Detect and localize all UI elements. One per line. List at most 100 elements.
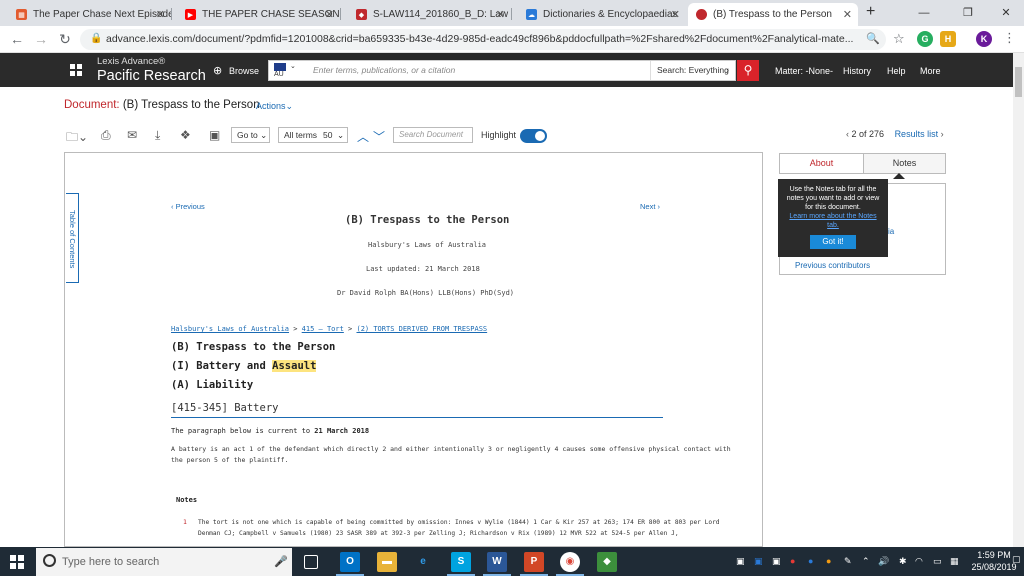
tab-about[interactable]: About <box>780 154 864 173</box>
next-result-icon[interactable]: › <box>941 129 944 139</box>
app-icon[interactable]: ◆ <box>597 552 617 572</box>
copy-icon[interactable]: ▣ <box>209 128 220 142</box>
browser-tab-strip: ▦ The Paper Chase Next Episode ✕ ▶ THE P… <box>0 0 1024 26</box>
goto-dropdown[interactable]: Go to ⌄ <box>231 127 270 143</box>
forward-icon[interactable]: → <box>32 30 50 48</box>
page-scrollbar[interactable] <box>1013 53 1024 547</box>
edge-icon[interactable]: e <box>413 552 433 572</box>
browser-tab[interactable]: ☁ Dictionaries & Encyclopaedias ✕ <box>518 3 686 26</box>
skype-icon[interactable]: S <box>451 552 471 572</box>
results-list-link[interactable]: Results list <box>895 129 939 139</box>
dropbox-icon[interactable]: ❖ <box>180 128 191 142</box>
close-window-icon[interactable]: ✕ <box>986 3 1024 23</box>
browser-tab[interactable]: ◆ S-LAW114_201860_B_D: Law o ✕ <box>348 3 511 26</box>
tab-notes[interactable]: Notes <box>864 154 945 173</box>
battery-icon[interactable]: ▭ <box>933 556 942 567</box>
tray-app-icon[interactable]: ● <box>808 556 813 566</box>
tray-app-icon[interactable]: ✎ <box>844 556 852 567</box>
close-tab-icon[interactable]: ✕ <box>496 8 505 21</box>
more-link[interactable]: More <box>920 66 941 76</box>
tray-app-icon[interactable]: ▣ <box>736 556 745 567</box>
powerpoint-icon[interactable]: P <box>524 552 544 572</box>
search-box: ⌄ AU Enter terms, publications, or a cit… <box>268 60 736 81</box>
grammarly-icon[interactable]: G <box>917 31 933 47</box>
previous-contributors-link[interactable]: Previous contributors <box>795 261 870 270</box>
country-dropdown-icon[interactable]: ⌄ <box>290 62 296 70</box>
browser-tab[interactable]: ▦ The Paper Chase Next Episode ✕ <box>8 3 171 26</box>
reload-icon[interactable]: ↻ <box>56 30 74 48</box>
tooltip-link[interactable]: Learn more about the Notes tab. <box>784 212 882 230</box>
print-icon[interactable]: ⎙ <box>101 128 111 143</box>
terms-dropdown[interactable]: All terms 50 ⌄ <box>278 127 348 143</box>
australia-flag-icon <box>274 63 286 71</box>
got-it-button[interactable]: Got it! <box>810 235 856 249</box>
tray-app-icon[interactable]: ● <box>790 556 795 566</box>
previous-term-icon[interactable]: ︿ <box>357 128 369 145</box>
folder-icon[interactable]: 🗀⌄ <box>66 128 88 149</box>
next-link[interactable]: Next › <box>640 202 660 211</box>
language-icon[interactable]: ▦ <box>950 556 959 567</box>
tray-app-icon[interactable]: ● <box>826 556 831 566</box>
breadcrumb-item[interactable]: Halsbury's Laws of Australia <box>171 325 289 333</box>
tray-app-icon[interactable]: ▣ <box>772 556 781 567</box>
youtube-icon: ▶ <box>185 9 196 20</box>
bookmark-star-icon[interactable]: ☆ <box>893 31 905 47</box>
windows-start-icon[interactable] <box>10 555 24 569</box>
side-panel-link[interactable]: ia <box>888 227 894 236</box>
close-tab-icon[interactable]: ✕ <box>325 8 334 21</box>
tab-label: Dictionaries & Encyclopaedias <box>543 9 678 20</box>
restore-icon[interactable]: ❐ <box>948 3 988 23</box>
word-icon[interactable]: W <box>487 552 507 572</box>
email-icon[interactable]: ✉ <box>127 128 137 142</box>
taskbar-search[interactable]: Type here to search 🎤 <box>36 548 292 576</box>
search-type-dropdown[interactable]: Search: Everything › <box>650 61 737 80</box>
browser-tab-active[interactable]: (B) Trespass to the Person ✕ <box>688 3 858 26</box>
browse-link[interactable]: Browse <box>229 66 259 76</box>
task-view-icon[interactable] <box>304 555 318 569</box>
tab-label: (B) Trespass to the Person <box>713 9 832 20</box>
new-tab-button[interactable]: + <box>866 3 875 21</box>
search-button[interactable]: ⚲ <box>737 60 759 81</box>
apps-grid-icon[interactable] <box>70 64 82 76</box>
menu-kebab-icon[interactable]: ⋮ <box>1003 30 1016 46</box>
avatar[interactable]: K <box>976 31 992 47</box>
previous-link[interactable]: ‹ Previous <box>171 202 205 211</box>
highlight-toggle[interactable] <box>520 129 547 143</box>
close-tab-icon[interactable]: ✕ <box>156 8 165 21</box>
bluetooth-icon[interactable]: ✱ <box>899 556 907 567</box>
download-icon[interactable]: ⤓ <box>155 128 160 143</box>
volume-icon[interactable]: 🔊 <box>878 556 889 567</box>
close-tab-icon[interactable]: ✕ <box>843 8 852 21</box>
note-number: 1 <box>183 518 187 526</box>
zoom-icon[interactable]: 🔍 <box>866 32 880 45</box>
chrome-icon[interactable]: ◉ <box>560 552 580 572</box>
breadcrumb: Halsbury's Laws of Australia > 415 — Tor… <box>171 325 488 333</box>
browser-tab[interactable]: ▶ THE PAPER CHASE SEASON1,E ✕ <box>177 3 340 26</box>
tray-chevron-icon[interactable]: ⌃ <box>862 556 870 567</box>
microphone-icon[interactable]: 🎤 <box>274 555 288 568</box>
history-link[interactable]: History <box>843 66 871 76</box>
next-term-icon[interactable]: ﹀ <box>373 128 385 145</box>
search-document-input[interactable]: Search Document <box>393 127 473 143</box>
country-code[interactable]: AU <box>274 71 284 78</box>
breadcrumb-item[interactable]: 415 — Tort <box>302 325 344 333</box>
breadcrumb-item[interactable]: (2) TORTS DERIVED FROM TRESPASS <box>356 325 487 333</box>
notifications-icon[interactable]: ▢ <box>1012 554 1021 565</box>
taskbar-search-input[interactable]: Type here to search <box>62 556 159 568</box>
actions-dropdown[interactable]: Actions⌄ <box>256 101 293 112</box>
outlook-icon[interactable]: O <box>340 552 360 572</box>
previous-result-icon[interactable]: ‹ <box>846 129 849 139</box>
scrollbar-thumb[interactable] <box>1015 67 1022 97</box>
close-tab-icon[interactable]: ✕ <box>671 8 680 21</box>
wifi-icon[interactable]: ◠ <box>915 556 923 567</box>
address-bar[interactable]: 🔒 advance.lexis.com/document/?pdmfid=120… <box>80 29 886 50</box>
help-link[interactable]: Help <box>887 66 906 76</box>
matter-dropdown[interactable]: Matter: -None- <box>775 66 833 76</box>
search-input[interactable]: Enter terms, publications, or a citation <box>313 65 455 75</box>
minimize-icon[interactable]: — <box>904 3 944 23</box>
honey-icon[interactable]: H <box>940 31 956 47</box>
file-explorer-icon[interactable]: ▬ <box>377 552 397 572</box>
brand-product[interactable]: Pacific Research <box>97 68 206 84</box>
tray-app-icon[interactable]: ▣ <box>754 556 763 567</box>
back-icon[interactable]: ← <box>8 30 26 48</box>
